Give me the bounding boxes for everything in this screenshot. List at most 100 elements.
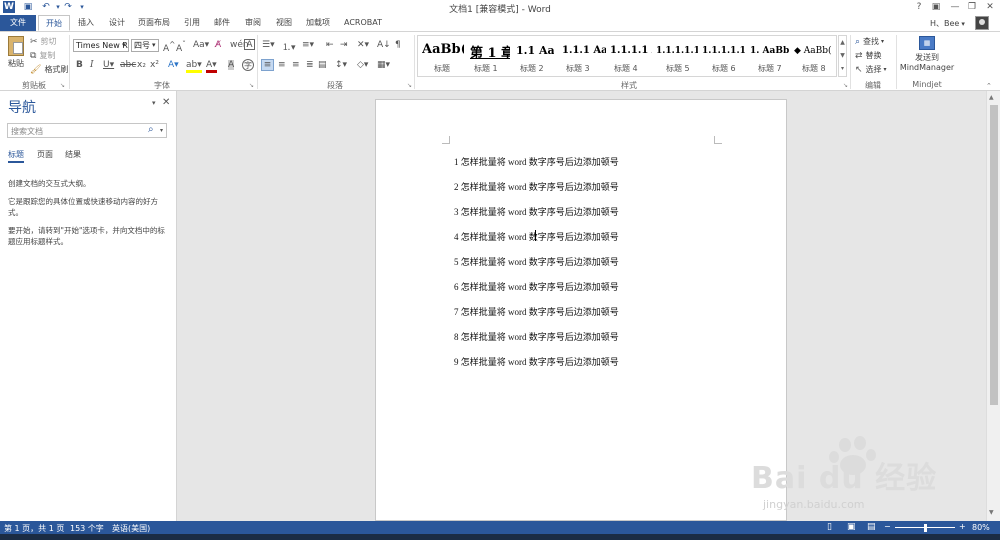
sort-icon[interactable]: A↓: [377, 40, 391, 50]
save-icon[interactable]: ▣: [22, 1, 34, 13]
replace-button[interactable]: ⇄ 替换: [855, 50, 882, 61]
character-border-icon[interactable]: A: [244, 39, 255, 50]
user-account[interactable]: H、Bee ▾: [930, 18, 965, 29]
align-center-icon[interactable]: ≡: [278, 60, 286, 70]
web-layout-icon[interactable]: ▤: [867, 522, 876, 532]
send-to-mindmanager-button[interactable]: ▦ 发送到 MindManager: [898, 36, 956, 72]
select-button[interactable]: ↖ 选择 ▾: [855, 64, 887, 75]
find-button[interactable]: ⌕ 查找 ▾: [855, 36, 884, 47]
bold-icon[interactable]: B: [76, 60, 83, 70]
chinese-layout-icon[interactable]: ✕▾: [357, 40, 369, 50]
text-effects-icon[interactable]: A▾: [168, 60, 179, 70]
style-preview-heading1[interactable]: 第 1 章: [470, 42, 510, 64]
grow-font-icon[interactable]: A^: [163, 40, 175, 54]
document-line[interactable]: 1 怎样批量将 word 数字序号后边添加顿号: [454, 155, 619, 168]
tab-file[interactable]: 文件: [0, 15, 36, 31]
help-button[interactable]: ?: [911, 0, 927, 14]
paste-button[interactable]: 粘贴: [6, 36, 26, 69]
undo-icon[interactable]: ↶: [40, 1, 52, 13]
dialog-launcher-icon[interactable]: ↘: [843, 82, 848, 89]
tab-references[interactable]: 引用: [180, 15, 204, 31]
close-button[interactable]: ✕: [982, 0, 998, 14]
align-left-icon[interactable]: ≡: [261, 59, 274, 71]
tab-pages[interactable]: 页面: [37, 149, 53, 160]
ribbon-display-button[interactable]: ▣: [928, 0, 944, 14]
character-shading-icon[interactable]: A: [228, 60, 235, 70]
bullets-icon[interactable]: ☰▾: [262, 40, 275, 50]
multilevel-list-icon[interactable]: ≡▾: [302, 40, 314, 50]
scroll-down-icon[interactable]: ▼: [989, 509, 994, 516]
style-preview-title[interactable]: AaBb(: [422, 42, 464, 64]
clear-formatting-icon[interactable]: A̸: [215, 40, 221, 50]
document-line[interactable]: 5 怎样批量将 word 数字序号后边添加顿号: [454, 255, 619, 268]
avatar[interactable]: [975, 16, 989, 30]
tab-headings[interactable]: 标题: [8, 149, 24, 163]
strikethrough-icon[interactable]: abc: [120, 60, 136, 70]
decrease-indent-icon[interactable]: ⇤: [326, 40, 334, 50]
collapse-ribbon-icon[interactable]: ⌃: [986, 82, 992, 90]
document-page[interactable]: 1 怎样批量将 word 数字序号后边添加顿号 2 怎样批量将 word 数字序…: [375, 99, 787, 521]
font-color-icon[interactable]: A▾: [206, 60, 217, 73]
distributed-icon[interactable]: ▤: [318, 60, 327, 70]
word-app-icon[interactable]: W: [3, 1, 15, 13]
document-line[interactable]: 3 怎样批量将 word 数字序号后边添加顿号: [454, 205, 619, 218]
zoom-level[interactable]: 80%: [972, 523, 990, 532]
justify-icon[interactable]: ≣: [306, 60, 314, 70]
vertical-scrollbar[interactable]: ▲ ▼: [986, 91, 1000, 521]
pane-options-icon[interactable]: ▾: [152, 99, 156, 107]
document-line[interactable]: 9 怎样批量将 word 数字序号后边添加顿号: [454, 355, 619, 368]
tab-acrobat[interactable]: ACROBAT: [340, 15, 386, 31]
borders-icon[interactable]: ▦▾: [377, 60, 390, 70]
print-layout-icon[interactable]: ▣: [847, 522, 856, 532]
restore-button[interactable]: ❐: [964, 0, 980, 14]
dialog-launcher-icon[interactable]: ↘: [249, 82, 254, 89]
increase-indent-icon[interactable]: ⇥: [340, 40, 348, 50]
styles-gallery-scroll[interactable]: ▲ ▼ ▾: [838, 35, 847, 77]
change-case-icon[interactable]: Aa▾: [193, 40, 209, 50]
tab-view[interactable]: 视图: [272, 15, 296, 31]
numbering-icon[interactable]: ⒈▾: [282, 40, 296, 53]
zoom-in-icon[interactable]: +: [959, 522, 966, 531]
redo-icon[interactable]: ↷: [62, 1, 74, 13]
tab-page-layout[interactable]: 页面布局: [134, 15, 174, 31]
tab-home[interactable]: 开始: [38, 15, 70, 31]
chevron-down-icon[interactable]: ▾: [152, 41, 156, 49]
chevron-down-icon[interactable]: ▾: [160, 127, 163, 134]
subscript-icon[interactable]: x₂: [137, 60, 146, 70]
tab-results[interactable]: 结果: [65, 149, 81, 160]
document-line[interactable]: 6 怎样批量将 word 数字序号后边添加顿号: [454, 280, 619, 293]
minimize-button[interactable]: —: [947, 0, 963, 14]
customize-quick-access-icon[interactable]: ▾: [76, 1, 88, 13]
tab-review[interactable]: 审阅: [240, 15, 266, 31]
shading-icon[interactable]: ◇▾: [357, 60, 368, 70]
scrollbar-thumb[interactable]: [990, 105, 998, 405]
tab-mailings[interactable]: 邮件: [210, 15, 234, 31]
highlight-icon[interactable]: ab▾: [186, 60, 202, 73]
tab-insert[interactable]: 插入: [72, 15, 100, 31]
word-count[interactable]: 153 个字: [70, 523, 104, 534]
show-marks-icon[interactable]: ¶: [395, 40, 401, 50]
document-line[interactable]: 2 怎样批量将 word 数字序号后边添加顿号: [454, 180, 619, 193]
search-icon[interactable]: ⌕: [148, 124, 154, 135]
document-line[interactable]: 4 怎样批量将 word 数字序号后边添加顿号: [454, 230, 619, 243]
language[interactable]: 英语(美国): [112, 523, 150, 534]
enclose-characters-icon[interactable]: 字: [242, 59, 254, 71]
shrink-font-icon[interactable]: Aˇ: [176, 40, 186, 54]
line-spacing-icon[interactable]: ↕▾: [335, 60, 347, 70]
dialog-launcher-icon[interactable]: ↘: [407, 82, 412, 89]
underline-icon[interactable]: U▾: [103, 60, 114, 70]
cut-button[interactable]: ✂ 剪切: [30, 36, 57, 47]
scroll-up-icon[interactable]: ▲: [989, 94, 994, 101]
tab-design[interactable]: 设计: [104, 15, 130, 31]
document-line[interactable]: 7 怎样批量将 word 数字序号后边添加顿号: [454, 305, 619, 318]
italic-icon[interactable]: I: [90, 60, 94, 70]
chevron-down-icon[interactable]: ▾: [122, 41, 126, 49]
tab-addins[interactable]: 加载项: [302, 15, 334, 31]
document-line[interactable]: 8 怎样批量将 word 数字序号后边添加顿号: [454, 330, 619, 343]
copy-button[interactable]: ⧉ 复制: [30, 50, 55, 61]
zoom-slider-thumb[interactable]: [924, 524, 927, 532]
dialog-launcher-icon[interactable]: ↘: [60, 82, 65, 89]
close-icon[interactable]: ✕: [162, 97, 170, 108]
search-input[interactable]: 搜索文档 ⌕ ▾: [7, 123, 167, 138]
superscript-icon[interactable]: x²: [150, 60, 159, 70]
